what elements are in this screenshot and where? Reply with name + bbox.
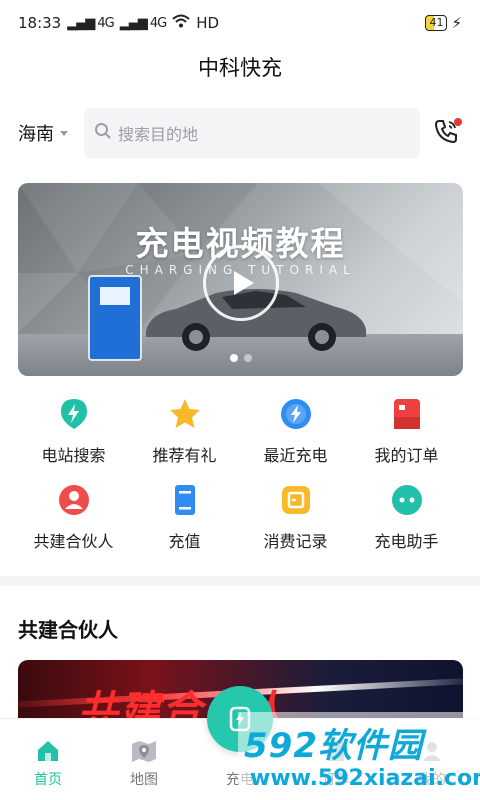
tab-home[interactable]: 首页 [0, 719, 96, 800]
charging-pile-image [88, 275, 142, 361]
star-icon [167, 396, 203, 432]
charging-bolt-icon: ⚡ [451, 14, 462, 32]
carousel-indicator [18, 354, 463, 362]
city-label: 海南 [18, 124, 54, 145]
quick-action-referral[interactable]: 推荐有礼 [129, 392, 240, 478]
customer-service-phone-button[interactable] [430, 117, 462, 149]
search-placeholder: 搜索目的地 [118, 125, 199, 144]
quick-action-recent-charge[interactable]: 最近充电 [240, 392, 351, 478]
play-button[interactable] [203, 245, 279, 321]
video-tutorial-banner[interactable]: 充电视频教程 CHARGING TUTORIAL [18, 183, 463, 376]
home-icon [38, 741, 58, 761]
assistant-chat-icon [389, 482, 425, 518]
play-icon [234, 271, 254, 295]
record-clock-icon [278, 482, 314, 518]
page-title: 中科快充 [198, 56, 282, 80]
quick-action-label: 电站搜索 [41, 446, 106, 465]
quick-action-partner[interactable]: 共建合伙人 [18, 478, 129, 564]
tab-map[interactable]: 地图 [96, 719, 192, 800]
quick-action-label: 消费记录 [263, 532, 328, 551]
tab-label: 地图 [130, 772, 158, 788]
notification-dot [454, 118, 462, 126]
wallet-card-icon [167, 482, 203, 518]
quick-action-label: 共建合伙人 [33, 532, 114, 551]
search-icon [94, 122, 118, 144]
partner-user-icon [56, 482, 92, 518]
signal-icon: ▂▄▆ 4G [67, 15, 115, 31]
carousel-dot[interactable] [229, 354, 238, 362]
quick-action-consumption-records[interactable]: 消费记录 [240, 478, 351, 564]
battery-icon: 41 [425, 15, 448, 31]
network-type: HD [196, 14, 220, 32]
carousel-dot[interactable] [243, 354, 252, 362]
tab-label: 首页 [34, 772, 62, 788]
bolt-circle-icon [278, 396, 314, 432]
status-bar: 18:33 ▂▄▆ 4G ▂▄▆ 4G HD 41 ⚡ [0, 0, 480, 46]
order-card-icon [389, 396, 425, 432]
wifi-icon [172, 14, 190, 32]
quick-action-charging-assistant[interactable]: 充电助手 [351, 478, 462, 564]
signal-icon-2: ▂▄▆ 4G [119, 15, 168, 31]
city-selector[interactable]: 海南 [18, 120, 84, 146]
section-title: 共建合伙人 [18, 618, 118, 642]
watermark-brand: 592软件园 [244, 726, 423, 766]
status-time: 18:33 [18, 14, 62, 32]
quick-action-my-orders[interactable]: 我的订单 [351, 392, 462, 478]
quick-action-label: 最近充电 [263, 446, 328, 465]
quick-action-label: 充值 [168, 532, 201, 551]
map-icon [132, 741, 156, 762]
site-watermark: 592软件园 www.592xiazai.com [238, 712, 480, 800]
quick-action-station-search[interactable]: 电站搜索 [18, 392, 129, 478]
map-pin-bolt-icon [56, 396, 92, 432]
watermark-url: www.592xiazai.com [250, 766, 480, 791]
caret-down-icon [60, 130, 68, 136]
search-row: 海南 搜索目的地 [0, 106, 480, 160]
section-divider [0, 576, 480, 586]
quick-action-label: 推荐有礼 [152, 446, 217, 465]
quick-action-label: 充电助手 [374, 532, 439, 551]
quick-action-grid: 电站搜索 推荐有礼 最近充电 我的订单 共建合伙人 充值 消费记录 充电助手 [0, 392, 480, 564]
quick-action-label: 我的订单 [374, 446, 439, 465]
quick-action-recharge[interactable]: 充值 [129, 478, 240, 564]
search-input[interactable]: 搜索目的地 [84, 108, 420, 158]
